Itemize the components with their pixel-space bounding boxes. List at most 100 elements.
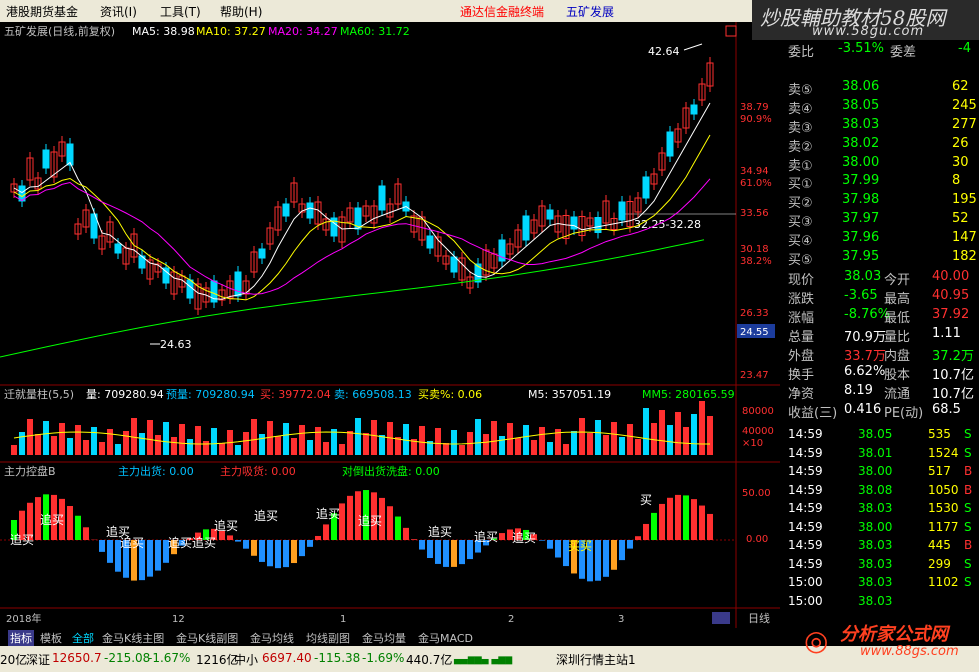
price-label: 90.9% [740, 114, 772, 125]
scroll-more-button[interactable] [712, 612, 730, 624]
volume-bar [107, 429, 113, 455]
tab-template[interactable]: 模板 [40, 630, 62, 646]
ask-volume: 277 [952, 117, 977, 132]
tab-jinma-main[interactable]: 金马K线主图 [102, 630, 164, 646]
capital-name: 主力控盘B [4, 464, 56, 478]
tick-volume: 1177 [928, 519, 959, 534]
watermark-title: 分析家公式网 [840, 624, 948, 645]
sz-change: -215.08 [104, 651, 151, 665]
menu-item-tools[interactable]: 工具(T) [160, 3, 201, 20]
volume-bar [675, 412, 681, 455]
tick-price: 38.01 [858, 445, 893, 460]
volume-bar [211, 428, 217, 455]
tab-all[interactable]: 全部 [72, 630, 94, 646]
tick-volume: 299 [928, 556, 951, 571]
volume-bar [547, 442, 553, 455]
volume-bar [195, 426, 201, 455]
menu-item-news[interactable]: 资讯(I) [100, 3, 137, 20]
tab-jinma-sub[interactable]: 金马K线副图 [176, 630, 238, 646]
stat-label: 总量 [788, 330, 815, 345]
tick-price: 38.03 [858, 593, 893, 608]
weibi-value: -3.51% [838, 41, 884, 56]
stat-label: 股本 [884, 368, 911, 383]
capital-signal-label: 追买 [40, 512, 64, 527]
period-label[interactable]: 日线 [748, 611, 770, 625]
tick-side: S [964, 445, 972, 460]
capital-bar [595, 540, 601, 581]
brand-banner: 炒股輔助教材58股网 www.58gu.com [752, 0, 979, 40]
tick-volume: 1102 [928, 575, 959, 589]
candle-body [546, 209, 554, 220]
bid-row: 买⑤ 37.95 182 [782, 248, 979, 268]
tab-indicator[interactable]: 指标 [8, 630, 34, 646]
stat-label: 换手 [788, 368, 815, 383]
volume-bar [483, 434, 489, 455]
tick-time: 14:59 [788, 501, 823, 515]
ask-price: 38.03 [842, 117, 880, 132]
volume-bar [571, 431, 577, 455]
weibi-row: 委比 -3.51% 委差 -4 [782, 40, 979, 60]
bid-label: 买③ [788, 215, 813, 230]
tick-volume: 1050 [928, 482, 959, 497]
volume-bar [667, 425, 673, 455]
chart-area[interactable]: 五矿发展(日线,前复权) MA5: 38.98 MA10: 37.27 MA20… [0, 22, 780, 628]
market-breadth-icon: ▄▄▆▆▄ ▄▆▆ [454, 655, 513, 665]
restore-icon[interactable] [725, 25, 737, 37]
menu-item-help[interactable]: 帮助(H) [220, 3, 262, 20]
stat-label: 涨跌 [788, 292, 815, 307]
volume-bar [347, 431, 353, 455]
capital-bar [499, 533, 505, 540]
volume-bar [627, 424, 633, 455]
capital-bar [435, 540, 441, 564]
volume-bar [451, 430, 457, 455]
ask-volume: 30 [952, 155, 969, 170]
volume-bar [171, 437, 177, 455]
volume-bar [539, 427, 545, 455]
ask-price: 38.02 [842, 136, 880, 151]
volume-value: 量: 709280.94 [86, 388, 164, 401]
server-label[interactable]: 深圳行情主站1 [556, 651, 636, 668]
tab-ma-sub[interactable]: 均线副图 [306, 630, 350, 646]
volume-bar [163, 422, 169, 455]
tab-jinma-macd[interactable]: 金马MACD [418, 630, 473, 646]
volume-bar [619, 437, 625, 455]
capital-signal-label: 追买 [192, 535, 216, 550]
capital-bar [323, 524, 329, 540]
capital-bar [611, 540, 617, 570]
stat-row: 涨跌 -3.65 最高 40.95 [782, 287, 979, 307]
tab-jinma-vol[interactable]: 金马均量 [362, 630, 406, 646]
capital-bar [107, 540, 113, 563]
stat-value: 8.19 [844, 383, 873, 398]
ask-price: 38.06 [842, 79, 880, 94]
price-label: 23.47 [740, 370, 769, 381]
capital-bar [419, 540, 425, 550]
tick-time: 14:59 [788, 427, 823, 441]
tab-jinma-ma[interactable]: 金马均线 [250, 630, 294, 646]
volume-bar [19, 432, 25, 455]
capital-bar [643, 523, 649, 540]
tick-volume: 1524 [928, 445, 959, 460]
tick-price: 38.03 [858, 556, 893, 571]
ma5-label: MA5: 38.98 [132, 25, 195, 38]
bid-price: 37.97 [842, 211, 880, 226]
volume-buy: 买: 39772.04 [260, 388, 331, 401]
capital-axis-label: 0.00 [746, 534, 768, 545]
volume-axis-label: ×10 [742, 438, 763, 449]
kline-chart-svg[interactable]: 五矿发展(日线,前复权) MA5: 38.98 MA10: 37.27 MA20… [0, 22, 780, 628]
capital-bar [651, 512, 657, 540]
weicha-label: 委差 [890, 45, 917, 60]
stat-label: 内盘 [884, 349, 911, 364]
menu-item-hk[interactable]: 港股期货基金 [6, 3, 78, 20]
ma60-label: MA60: 31.72 [340, 25, 410, 38]
stat-row: 涨幅 -8.76% 最低 37.92 [782, 306, 979, 326]
candle-body [234, 271, 242, 297]
capital-bar [683, 495, 689, 540]
terminal-ad: 通达信金融终端 [460, 5, 545, 19]
volume-bar [83, 440, 89, 455]
tick-side: B [964, 464, 973, 478]
capital-bar [451, 540, 457, 567]
capital-bar [635, 536, 641, 540]
volume-bar [307, 440, 313, 455]
candle-body [690, 104, 698, 115]
volume-bar [147, 420, 153, 455]
